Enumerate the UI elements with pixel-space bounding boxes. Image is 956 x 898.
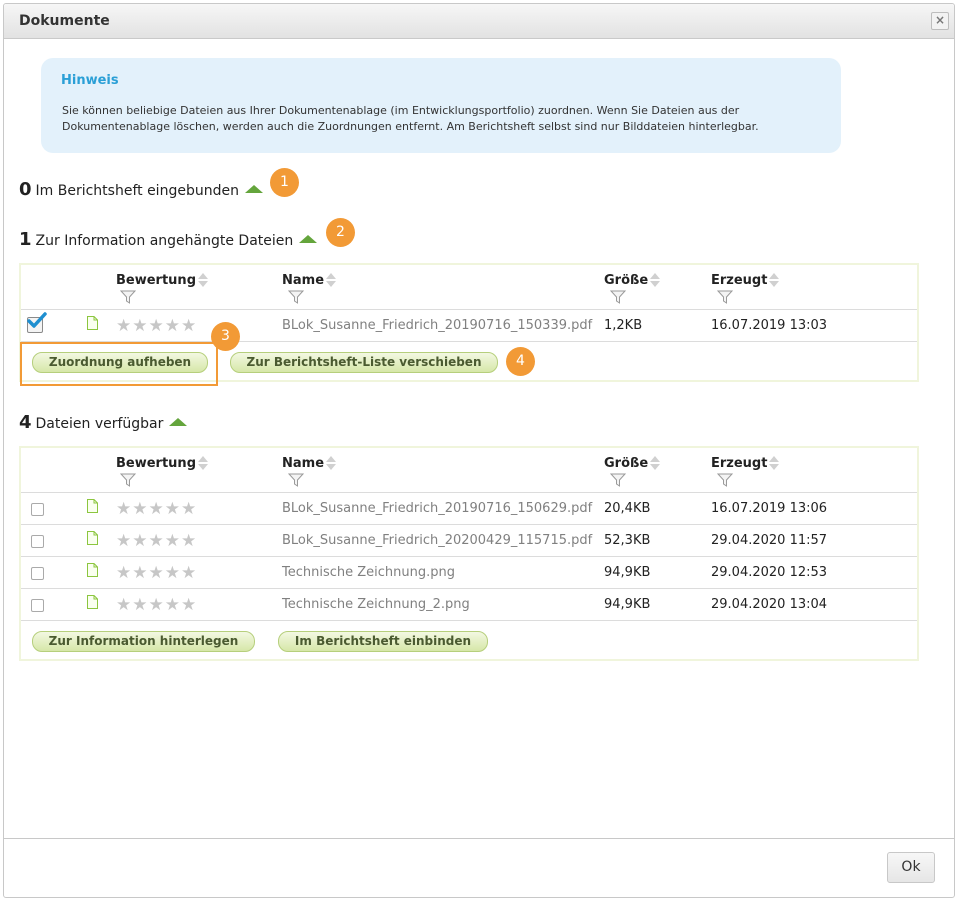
- available-count: 4: [19, 412, 32, 433]
- sort-icon[interactable]: [769, 273, 780, 287]
- sort-icon[interactable]: [198, 456, 208, 470]
- dialog-titlebar: Dokumente ×: [4, 4, 954, 39]
- table-header: Bewertung Name Größe Erzeugt: [21, 448, 917, 493]
- sort-icon[interactable]: [650, 456, 661, 470]
- file-icon: [87, 316, 98, 330]
- row-checkbox[interactable]: [31, 503, 44, 516]
- section-attached: 1 Zur Information angehängte Dateien: [19, 229, 318, 253]
- collapse-arrow-icon[interactable]: [169, 418, 188, 426]
- row-checkbox[interactable]: [31, 567, 44, 580]
- rating-stars[interactable]: ★★★★★: [116, 531, 197, 551]
- collapse-arrow-icon[interactable]: [299, 235, 318, 243]
- filter-icon[interactable]: [120, 473, 136, 487]
- table-row[interactable]: ★★★★★ Technische Zeichnung_2.png 94,9KB …: [21, 589, 917, 621]
- file-icon: [87, 595, 98, 609]
- available-label: Dateien verfügbar: [35, 416, 164, 432]
- filter-icon[interactable]: [288, 473, 304, 487]
- filter-icon[interactable]: [610, 290, 626, 304]
- highlight-box: [20, 342, 218, 386]
- file-created: 16.07.2019 13:06: [711, 501, 828, 516]
- embedded-label: Im Berichtsheft eingebunden: [35, 183, 239, 199]
- column-created[interactable]: Erzeugt: [711, 456, 780, 471]
- file-icon: [87, 563, 98, 577]
- file-name[interactable]: Technische Zeichnung.png: [282, 565, 455, 580]
- column-size[interactable]: Größe: [604, 456, 661, 471]
- collapse-arrow-icon[interactable]: [244, 185, 263, 193]
- attach-as-info-button[interactable]: Zur Information hinterlegen: [32, 631, 255, 652]
- column-size[interactable]: Größe: [604, 273, 661, 288]
- row-checkbox[interactable]: [31, 535, 44, 548]
- file-name[interactable]: Technische Zeichnung_2.png: [282, 597, 470, 612]
- annotation-badge-3: 3: [211, 322, 240, 351]
- move-to-report-list-button[interactable]: Zur Berichtsheft-Liste verschieben: [230, 352, 498, 373]
- file-name[interactable]: BLok_Susanne_Friedrich_20200429_115715.p…: [282, 533, 592, 548]
- file-name[interactable]: BLok_Susanne_Friedrich_20190716_150339.p…: [282, 318, 592, 333]
- attached-label: Zur Information angehängte Dateien: [35, 233, 294, 249]
- close-icon[interactable]: ×: [931, 12, 949, 30]
- table-row[interactable]: ★★★★★ Technische Zeichnung.png 94,9KB 29…: [21, 557, 917, 589]
- file-created: 29.04.2020 13:04: [711, 597, 828, 612]
- annotation-badge-2: 2: [326, 218, 355, 247]
- sort-icon[interactable]: [326, 456, 337, 470]
- table-row[interactable]: ★★★★★ BLok_Susanne_Friedrich_20190716_15…: [21, 493, 917, 525]
- row-checkbox[interactable]: [27, 312, 47, 333]
- row-checkbox[interactable]: [31, 599, 44, 612]
- file-name[interactable]: BLok_Susanne_Friedrich_20190716_150629.p…: [282, 501, 592, 516]
- file-size: 94,9KB: [604, 565, 651, 580]
- hint-text: Sie können beliebige Dateien aus Ihrer D…: [62, 104, 759, 133]
- sort-icon[interactable]: [769, 456, 780, 470]
- filter-icon[interactable]: [717, 290, 733, 304]
- filter-icon[interactable]: [120, 290, 136, 304]
- dialog-title: Dokumente: [19, 13, 110, 29]
- embedded-count: 0: [19, 179, 32, 200]
- file-size: 1,2KB: [604, 318, 643, 333]
- column-name[interactable]: Name: [282, 456, 337, 471]
- filter-icon[interactable]: [717, 473, 733, 487]
- file-icon: [87, 531, 98, 545]
- sort-icon[interactable]: [198, 273, 208, 287]
- file-size: 20,4KB: [604, 501, 651, 516]
- filter-icon[interactable]: [288, 290, 304, 304]
- sort-icon[interactable]: [326, 273, 337, 287]
- section-available: 4 Dateien verfügbar: [19, 412, 188, 436]
- file-size: 94,9KB: [604, 597, 651, 612]
- hint-box: Hinweis Sie können beliebige Dateien aus…: [41, 58, 841, 153]
- file-icon: [87, 499, 98, 513]
- annotation-badge-1: 1: [270, 168, 299, 197]
- annotation-badge-4: 4: [506, 347, 535, 376]
- table-row[interactable]: ★★★★★ BLok_Susanne_Friedrich_20200429_11…: [21, 525, 917, 557]
- table-row[interactable]: ★★★★★ BLok_Susanne_Friedrich_20190716_15…: [21, 310, 917, 342]
- filter-icon[interactable]: [610, 473, 626, 487]
- checkmark-icon: [27, 312, 47, 328]
- column-rating[interactable]: Bewertung: [116, 273, 208, 288]
- ok-button[interactable]: Ok: [887, 852, 935, 883]
- hint-title: Hinweis: [61, 73, 119, 88]
- footer-divider: [4, 838, 954, 839]
- attached-count: 1: [19, 229, 32, 250]
- available-actions: Zur Information hinterlegen Im Berichtsh…: [21, 621, 917, 659]
- available-files-table: Bewertung Name Größe Erzeugt ★★★★★ BLok_…: [19, 446, 919, 661]
- table-header: Bewertung Name Größe Erzeugt: [21, 265, 917, 310]
- rating-stars[interactable]: ★★★★★: [116, 563, 197, 583]
- embed-in-report-button[interactable]: Im Berichtsheft einbinden: [278, 631, 488, 652]
- file-created: 16.07.2019 13:03: [711, 318, 828, 333]
- documents-dialog: Dokumente × Hinweis Sie können beliebige…: [3, 3, 955, 898]
- column-created[interactable]: Erzeugt: [711, 273, 780, 288]
- rating-stars[interactable]: ★★★★★: [116, 499, 197, 519]
- rating-stars[interactable]: ★★★★★: [116, 595, 197, 615]
- section-embedded: 0 Im Berichtsheft eingebunden: [19, 179, 263, 203]
- file-created: 29.04.2020 11:57: [711, 533, 828, 548]
- file-size: 52,3KB: [604, 533, 651, 548]
- rating-stars[interactable]: ★★★★★: [116, 316, 197, 336]
- file-created: 29.04.2020 12:53: [711, 565, 828, 580]
- sort-icon[interactable]: [650, 273, 661, 287]
- column-name[interactable]: Name: [282, 273, 337, 288]
- column-rating[interactable]: Bewertung: [116, 456, 208, 471]
